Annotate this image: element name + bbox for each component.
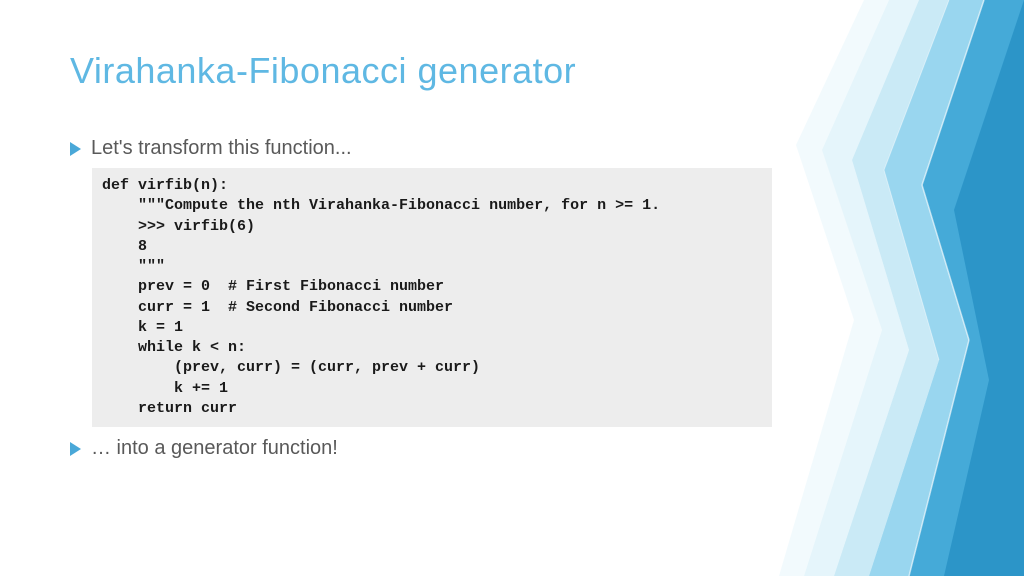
bullet-text-2: … into a generator function! [91,437,338,460]
code-content: def virfib(n): """Compute the nth Viraha… [102,176,762,419]
slide-title: Virahanka-Fibonacci generator [70,50,954,92]
slide-content: Virahanka-Fibonacci generator Let's tran… [0,0,1024,508]
triangle-bullet-icon [70,442,81,456]
bullet-item-2: … into a generator function! [70,437,954,460]
bullet-text-1: Let's transform this function... [91,137,352,160]
code-block: def virfib(n): """Compute the nth Viraha… [92,168,772,427]
bullet-item-1: Let's transform this function... [70,137,954,160]
triangle-bullet-icon [70,142,81,156]
